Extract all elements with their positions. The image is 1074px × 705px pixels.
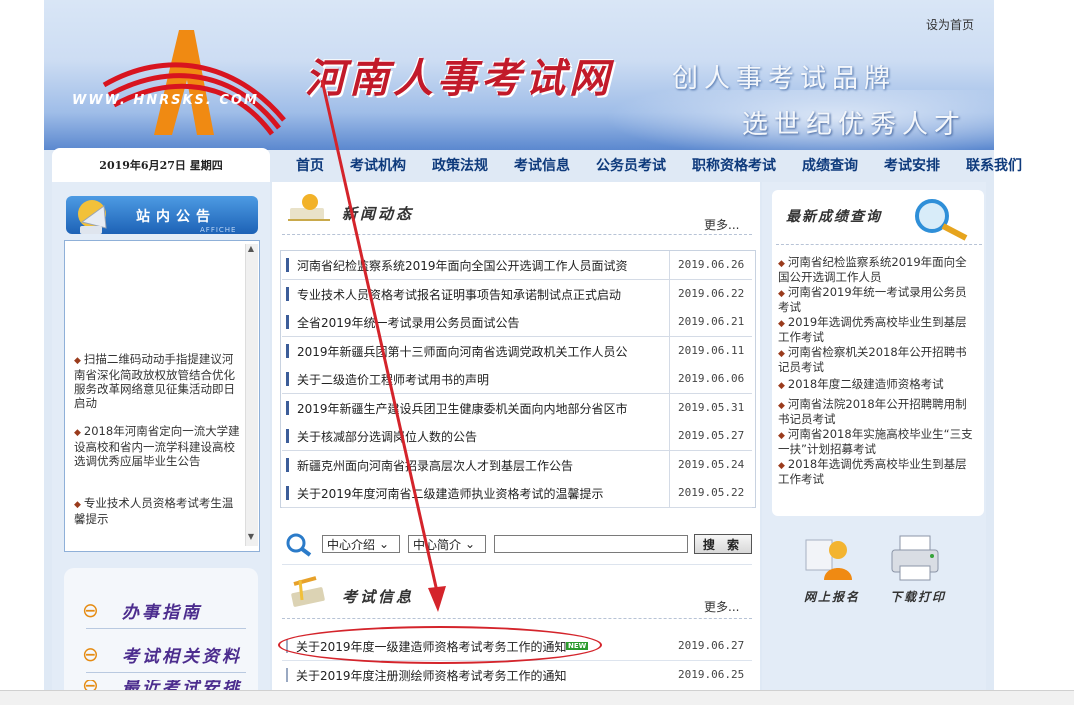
news-row[interactable]: 专业技术人员资格考试报名证明事项告知承诺制试点正式启动 2019.06.22 [282,280,752,309]
scroll-down-icon[interactable]: ▼ [245,532,257,548]
news-more-link[interactable]: 更多... [704,216,739,233]
guide-item-exam-materials[interactable]: ⊖ 考试相关资料 [82,638,246,670]
logo-url: WWW. HNRSKS. COM [72,93,259,108]
news-row[interactable]: 关于二级造价工程师考试用书的声明 2019.06.06 [282,365,752,394]
divider [282,564,752,566]
notice-item[interactable]: ◆ 扫描二维码动动手指提建议河南省深化简政放权放管结合优化服务改革网络意见征集活动… [74,352,242,410]
notice-scrollbar[interactable] [245,244,258,546]
notice-subtitle: AFFICHE [200,226,237,234]
guide-item-service-guide[interactable]: ⊖ 办事指南 [82,594,246,626]
nav-home[interactable]: 首页 [272,155,336,175]
divider [86,628,246,629]
arrow-circle-icon: ⊖ [82,598,99,622]
download-print-button[interactable]: 下载打印 [886,530,950,610]
nav-contact[interactable]: 联系我们 [952,155,1034,175]
arrow-circle-icon: ⊖ [82,642,99,666]
news-row[interactable]: 新疆克州面向河南省招录高层次人才到基层工作公告 2019.05.24 [282,451,752,480]
exam-section-title: 考试信息 [342,588,415,606]
search-bar: 中心介绍 ⌄ 中心简介 ⌄ 搜 索 [282,528,752,560]
site-logo [102,30,286,136]
slogan-line-2: 选世纪优秀人才 [742,110,967,140]
divider [776,244,982,246]
nav-professional-qualification[interactable]: 职称资格考试 [678,155,788,175]
notice-item[interactable]: ◆ 2018年河南省定向一流大学建设高校和省内一流学科建设高校选调优秀应届毕业生公… [74,424,242,468]
nav-policies[interactable]: 政策法规 [418,155,500,175]
guide-item-recent-exams[interactable]: ⊖ 最近考试安排 [82,680,246,690]
main-nav: 首页 考试机构 政策法规 考试信息 公务员考试 职称资格考试 成绩查询 考试安排… [272,147,1022,183]
nav-exam-institutions[interactable]: 考试机构 [336,155,418,175]
score-item[interactable]: ◆ 河南省检察机关2018年公开招聘书记员考试 [778,346,974,374]
chevron-down-icon: ⌄ [464,537,476,551]
bullet-bar [286,258,289,272]
news-row[interactable]: 关于核减部分选调岗位人数的公告 2019.05.27 [282,422,752,451]
bullet-bar [286,429,289,443]
score-item[interactable]: ◆ 河南省纪检监察系统2019年面向全国公开选调工作人员 [778,256,974,284]
divider [282,234,752,236]
news-section-title: 新闻动态 [342,205,415,223]
set-homepage-link[interactable]: 设为首页 [926,16,974,33]
status-bar [0,690,1074,705]
news-row[interactable]: 2019年新疆生产建设兵团卫生健康委机关面向内地部分省区市 2019.05.31 [282,394,752,423]
news-row[interactable]: 河南省纪检监察系统2019年面向全国公开选调工作人员面试资 2019.06.26 [282,251,752,280]
score-item[interactable]: ◆ 河南省法院2018年公开招聘聘用制书记员考试 [778,398,974,426]
exam-more-link[interactable]: 更多... [704,598,739,615]
search-input[interactable] [493,535,688,553]
annotation-ellipse [278,626,602,664]
score-item[interactable]: ◆ 2018年度二级建造师资格考试 [778,378,974,393]
divider [282,618,752,620]
site-title: 河南人事考试网 [305,55,613,102]
bullet-bar [286,287,289,301]
bullet-bar [286,372,289,386]
news-row[interactable]: 关于2019年度河南省二级建造师执业资格考试的温馨提示 2019.05.22 [282,479,752,508]
news-icon [286,190,336,229]
printer-icon [891,535,939,581]
search-category-select[interactable]: 中心介绍 ⌄ [321,535,400,553]
score-item[interactable]: ◆ 2018年选调优秀高校毕业生到基层工作考试 [778,458,974,486]
nav-civil-service[interactable]: 公务员考试 [582,155,678,175]
score-title: 最新成绩查询 [786,209,882,225]
bullet-bar [286,458,289,472]
exam-row[interactable]: 关于2019年度注册测绘师资格考试考务工作的通知 2019.06.25 [282,661,752,689]
notice-title: 站内公告 [136,209,216,225]
score-item[interactable]: ◆ 2019年选调优秀高校毕业生到基层工作考试 [778,316,974,344]
slogan-line-1: 创人事考试品牌 [672,64,897,94]
arrow-circle-icon: ⊖ [82,680,110,690]
register-person-icon [805,539,852,580]
divider [86,672,246,673]
news-row[interactable]: 2019年新疆兵团第十三师面向河南省选调党政机关工作人员公 2019.06.11 [282,337,752,366]
date-display: 2019年6月27日 星期四 [52,148,270,182]
chevron-down-icon: ⌄ [379,537,390,551]
score-item[interactable]: ◆ 河南省2019年统一考试录用公务员考试 [778,286,974,314]
magnifier-icon [915,199,968,241]
bullet-bar [286,315,289,329]
megaphone-icon [78,200,107,234]
notice-item[interactable]: ◆ 专业技术人员资格考试考生温馨提示 [74,496,242,526]
search-subcategory-select[interactable]: 中心简介 ⌄ [407,535,486,553]
nav-score-query[interactable]: 成绩查询 [788,155,870,175]
scroll-up-icon[interactable]: ▲ [245,244,257,260]
search-button[interactable]: 搜 索 [693,534,752,554]
nav-exam-info[interactable]: 考试信息 [500,155,582,175]
news-row[interactable]: 全省2019年统一考试录用公务员面试公告 2019.06.21 [282,308,752,337]
bullet-bar [286,401,289,415]
bullet-bar [286,668,288,682]
magnifier-icon [286,533,312,557]
bullet-bar [286,486,289,500]
online-registration-button[interactable]: 网上报名 [800,530,860,610]
bullet-bar [286,344,289,358]
score-item[interactable]: ◆ 河南省2018年实施高校毕业生“三支一扶”计划招募考试 [778,428,974,456]
exam-info-icon [286,574,336,615]
nav-exam-schedule[interactable]: 考试安排 [870,155,952,175]
